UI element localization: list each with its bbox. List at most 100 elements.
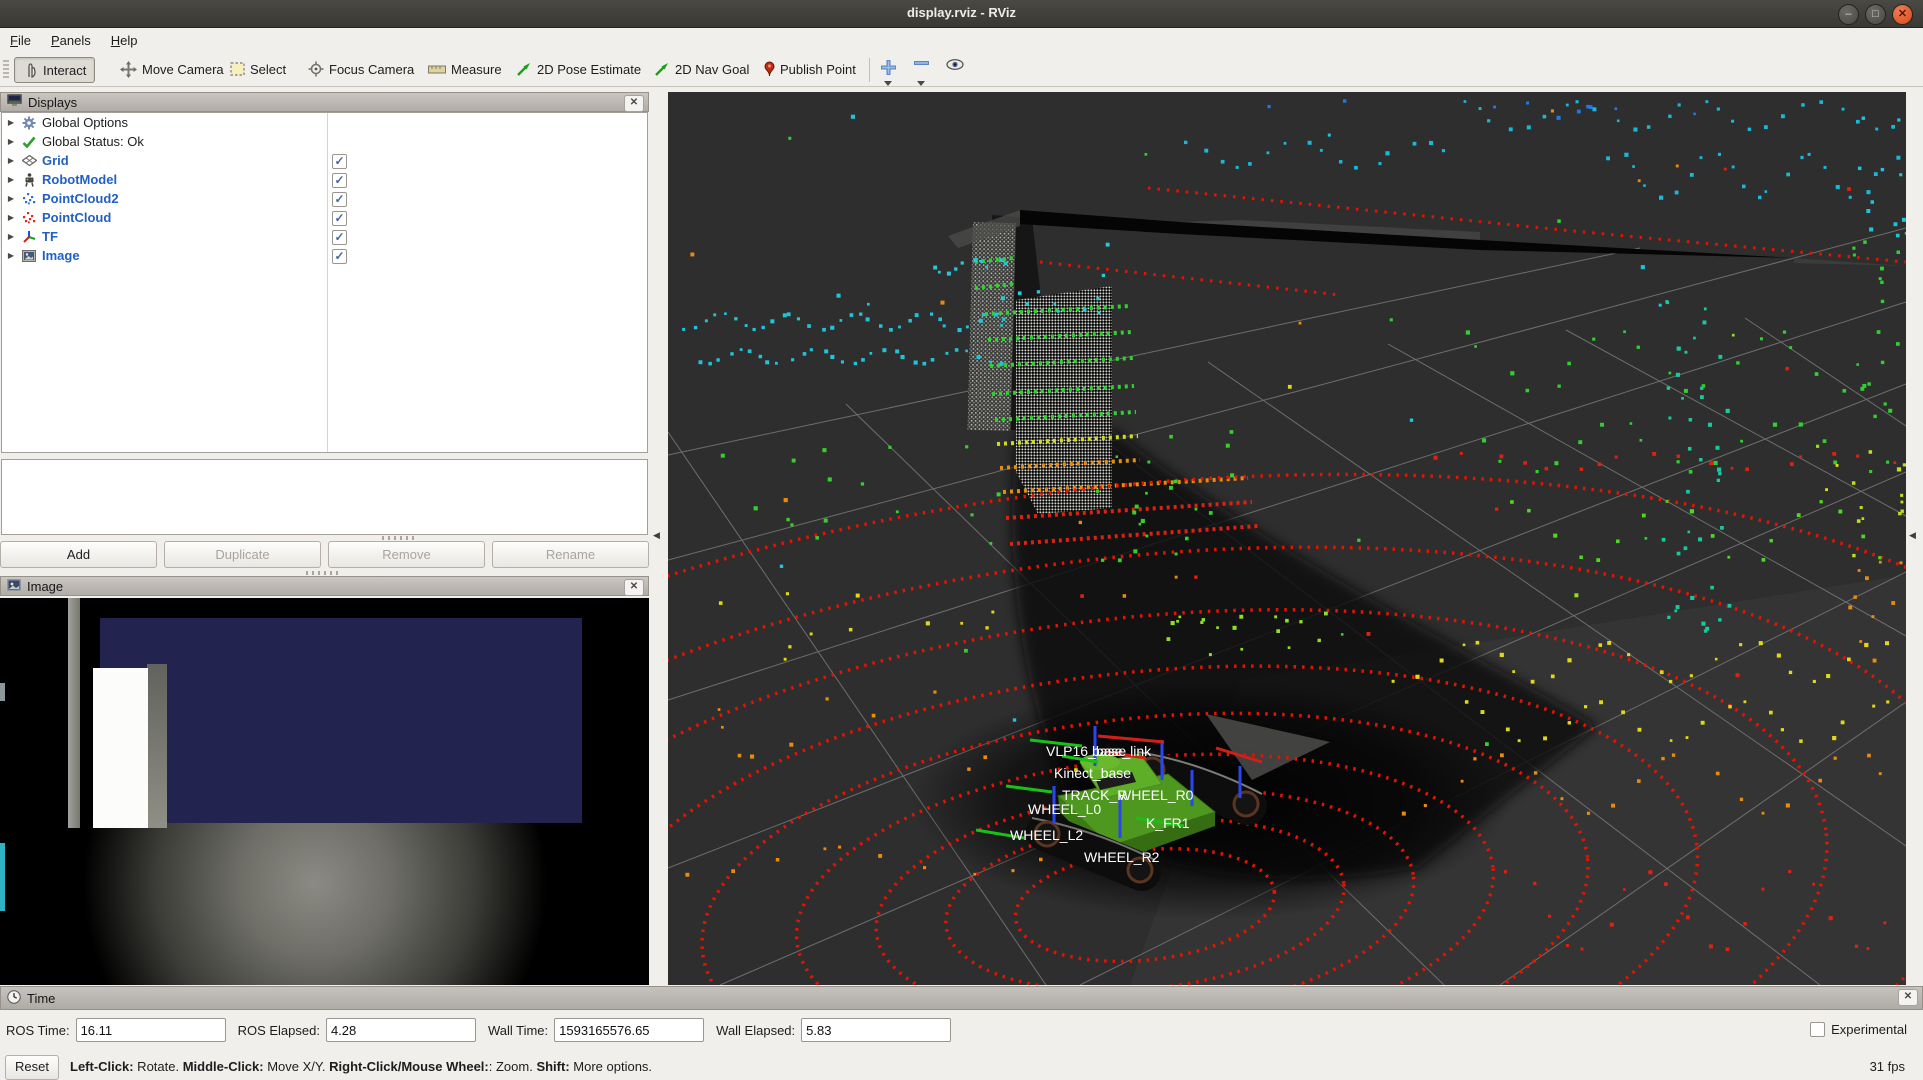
display-row-global-status-ok[interactable]: ▶Global Status: Ok [2, 132, 647, 151]
tool-2d-pose-estimate[interactable]: 2D Pose Estimate [508, 57, 649, 81]
field-label: ROS Time: [6, 1023, 70, 1038]
tool-interact[interactable]: Interact [14, 57, 95, 83]
eye-icon[interactable] [946, 59, 972, 79]
displays-tree[interactable]: ▶Global Options▶Global Status: Ok▶Grid✓▶… [1, 112, 648, 453]
fps-counter: 31 fps [1870, 1059, 1905, 1074]
display-row-image[interactable]: ▶ Image ✓ [2, 246, 647, 265]
camera-pole [68, 598, 80, 828]
expander-arrow-icon[interactable]: ▶ [2, 156, 20, 165]
tool-select[interactable]: Select [222, 57, 294, 81]
display-row-pointcloud2[interactable]: ▶PointCloud2✓ [2, 189, 647, 208]
time-panel-header[interactable]: Time ✕ [0, 986, 1923, 1010]
gear-icon [20, 115, 38, 130]
tool-label: Measure [451, 62, 502, 77]
ros-time-input[interactable] [76, 1018, 226, 1042]
add-tool-dropdown-icon[interactable] [884, 81, 892, 86]
toolbar: Interact Move CameraSelectFocus Camera Mea… [0, 54, 1923, 87]
time-close-icon[interactable]: ✕ [1898, 989, 1918, 1006]
display-label: RobotModel [42, 172, 117, 187]
tool-label: Publish Point [780, 62, 856, 77]
minimize-icon[interactable]: – [1838, 4, 1859, 25]
time-panel: Time ✕ ROS Time:ROS Elapsed:Wall Time:Wa… [0, 985, 1923, 1053]
camera-image [0, 598, 649, 985]
camera-edge-artifact [0, 683, 5, 701]
expander-arrow-icon[interactable]: ▶ [2, 137, 20, 146]
enabled-checkbox[interactable]: ✓ [332, 154, 347, 169]
time-panel-title: Time [27, 991, 55, 1006]
minus-icon[interactable] [913, 59, 939, 79]
plus-icon[interactable] [880, 59, 906, 79]
tool-label: Interact [43, 63, 86, 78]
menu-help[interactable]: Help [101, 28, 148, 53]
enabled-checkbox[interactable]: ✓ [332, 249, 347, 264]
status-bar: Reset Left-Click: Rotate. Middle-Click: … [0, 1053, 1923, 1080]
reset-button[interactable]: Reset [5, 1055, 59, 1080]
display-label: Image [42, 248, 80, 263]
tool-measure[interactable]: Measure [420, 57, 510, 81]
image-close-icon[interactable]: ✕ [624, 579, 644, 596]
display-row-tf[interactable]: ▶TF✓ [2, 227, 647, 246]
time-field-ros-elapsed: ROS Elapsed: [238, 1018, 476, 1042]
tf-label-wheel-r0: WHEEL_R0 [1118, 787, 1194, 803]
dock-splitter-left[interactable]: ◀ [649, 92, 668, 985]
experimental-toggle[interactable]: Experimental [1810, 1022, 1907, 1037]
collapse-arrow-icon[interactable]: ◀ [653, 530, 660, 541]
enabled-checkbox[interactable]: ✓ [332, 230, 347, 245]
tool-publish-point[interactable]: Publish Point [756, 57, 864, 81]
displays-close-icon[interactable]: ✕ [624, 95, 644, 112]
3d-scene[interactable]: VLP16_basebase_linkKinect_baseTRACK_RWHE… [668, 92, 1906, 985]
displays-panel-header[interactable]: Displays ✕ [0, 92, 649, 112]
expander-arrow-icon[interactable]: ▶ [2, 175, 20, 184]
green-arrow-icon [654, 61, 670, 77]
field-label: ROS Elapsed: [238, 1023, 320, 1038]
ros-elapsed-input[interactable] [326, 1018, 476, 1042]
add-button[interactable]: Add [0, 541, 157, 568]
menu-file[interactable]: File [0, 28, 41, 53]
display-row-global-options[interactable]: ▶ Global Options [2, 113, 647, 132]
tool-label: 2D Nav Goal [675, 62, 749, 77]
expander-arrow-icon[interactable]: ▶ [2, 213, 20, 222]
green-arrow-icon [516, 61, 532, 77]
expander-arrow-icon[interactable]: ▶ [2, 194, 20, 203]
enabled-checkbox[interactable]: ✓ [332, 173, 347, 188]
duplicate-button[interactable]: Duplicate [164, 541, 321, 568]
splitter-handle[interactable] [382, 536, 418, 540]
expander-arrow-icon[interactable]: ▶ [2, 232, 20, 241]
titlebar[interactable]: display.rviz - RViz – □ ✕ [0, 0, 1923, 28]
tool-move-camera[interactable]: Move Camera [112, 57, 232, 81]
display-row-robotmodel[interactable]: ▶ RobotModel ✓ [2, 170, 647, 189]
display-row-pointcloud[interactable]: ▶ PointCloud ✓ [2, 208, 647, 227]
collapse-arrow-icon[interactable]: ◀ [1909, 530, 1916, 541]
display-label: Global Options [42, 115, 128, 130]
experimental-checkbox[interactable] [1810, 1022, 1825, 1037]
tool-label: 2D Pose Estimate [537, 62, 641, 77]
toolbar-grip[interactable] [3, 60, 9, 80]
display-row-grid[interactable]: ▶Grid✓ [2, 151, 647, 170]
enabled-checkbox[interactable]: ✓ [332, 211, 347, 226]
rename-button[interactable]: Rename [492, 541, 649, 568]
expander-arrow-icon[interactable]: ▶ [2, 251, 20, 260]
rviz-window: display.rviz - RViz – □ ✕ FilePanelsHelp… [0, 0, 1923, 1080]
image-panel-header[interactable]: Image ✕ [0, 576, 649, 596]
tool-2d-nav-goal[interactable]: 2D Nav Goal [646, 57, 757, 81]
3d-viewport[interactable]: VLP16_basebase_linkKinect_baseTRACK_RWHE… [668, 92, 1906, 985]
wall-time-input[interactable] [554, 1018, 704, 1042]
tool-focus-camera[interactable]: Focus Camera [300, 57, 422, 81]
close-icon[interactable]: ✕ [1892, 4, 1913, 25]
dock-splitter-right[interactable]: ◀ [1906, 92, 1923, 985]
move-camera-icon [120, 61, 137, 78]
wall-elapsed-input[interactable] [801, 1018, 951, 1042]
tf-label-wheel-l0: WHEEL_L0 [1028, 801, 1101, 817]
display-label: PointCloud [42, 210, 111, 225]
menu-panels[interactable]: Panels [41, 28, 101, 53]
remove-button[interactable]: Remove [328, 541, 485, 568]
enabled-checkbox[interactable]: ✓ [332, 192, 347, 207]
expander-arrow-icon[interactable]: ▶ [2, 118, 20, 127]
camera-building-face [100, 618, 582, 823]
remove-tool-dropdown-icon[interactable] [917, 81, 925, 86]
window-title: display.rviz - RViz [0, 5, 1923, 20]
ruler-icon [428, 65, 446, 74]
splitter-handle[interactable] [306, 571, 342, 575]
focus-crosshair-icon [308, 61, 324, 77]
maximize-icon[interactable]: □ [1865, 4, 1886, 25]
